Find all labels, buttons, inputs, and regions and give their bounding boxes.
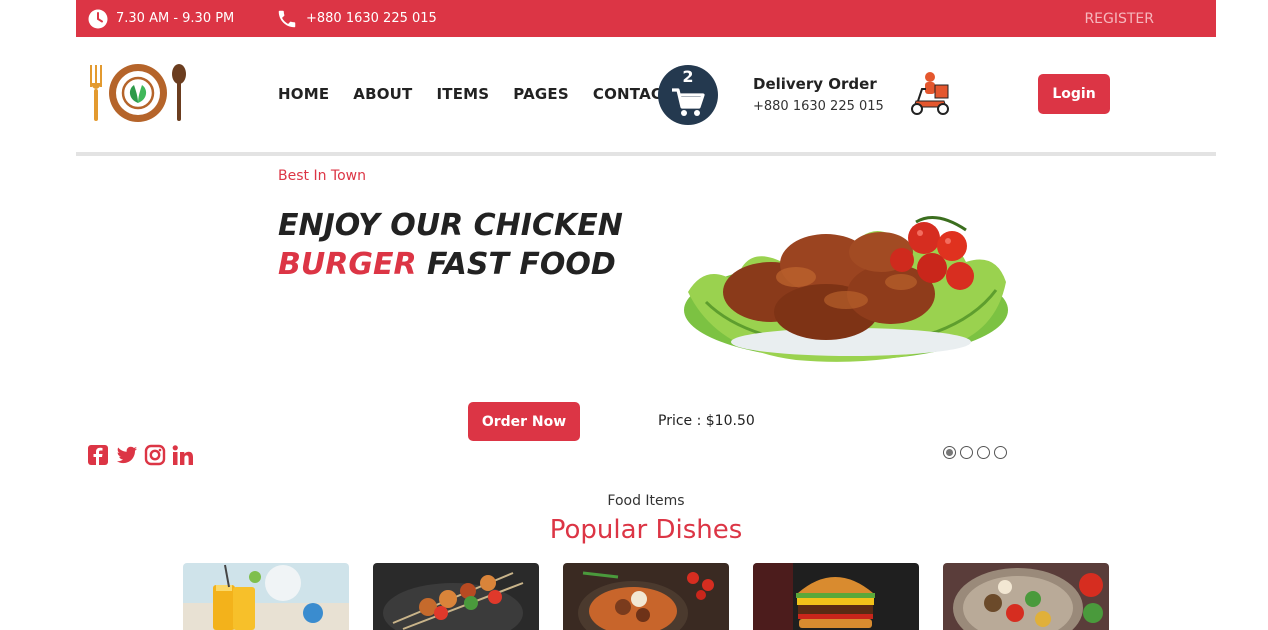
delivery-title: Delivery Order <box>753 75 877 93</box>
cart-button[interactable]: 2 <box>658 65 718 125</box>
slider-dot[interactable] <box>960 446 973 459</box>
slider-dot[interactable] <box>977 446 990 459</box>
delivery-info: Delivery Order +880 1630 225 015 <box>753 75 884 114</box>
restaurant-logo[interactable] <box>88 61 188 125</box>
hours-text: 7.30 AM - 9.30 PM <box>116 11 235 26</box>
twitter-icon[interactable] <box>116 444 138 466</box>
nav-items[interactable]: ITEMS <box>437 85 490 103</box>
social-links <box>88 444 193 466</box>
header-divider <box>76 152 1216 156</box>
instagram-icon[interactable] <box>144 444 166 466</box>
login-button[interactable]: Login <box>1038 74 1110 114</box>
slider-dot[interactable] <box>943 446 956 459</box>
facebook-icon[interactable] <box>88 444 108 466</box>
dish-card-grill-platter[interactable] <box>943 563 1109 630</box>
header: HOME ABOUT ITEMS PAGES CONTACT 2 Deliver… <box>76 37 1216 152</box>
price-label: Price : $10.50 <box>658 413 755 429</box>
dish-card-burger[interactable] <box>753 563 919 630</box>
delivery-phone: +880 1630 225 015 <box>753 99 884 114</box>
nav-pages[interactable]: PAGES <box>513 85 569 103</box>
hero-subtitle: Best In Town <box>278 168 366 184</box>
shopping-cart-icon <box>672 88 705 116</box>
slider-dot[interactable] <box>994 446 1007 459</box>
linkedin-icon[interactable] <box>172 444 193 466</box>
top-bar: 7.30 AM - 9.30 PM +880 1630 225 015 REGI… <box>76 0 1216 37</box>
hero-title-rest: FAST FOOD <box>416 247 616 282</box>
grilled-chicken-image <box>684 216 1008 362</box>
clock-icon <box>88 9 108 28</box>
section-subtitle: Food Items <box>607 493 685 509</box>
opening-hours: 7.30 AM - 9.30 PM <box>88 0 234 37</box>
dish-card-juice[interactable] <box>183 563 349 630</box>
spoon-icon <box>172 64 186 121</box>
section-title: Popular Dishes <box>549 515 743 545</box>
topbar-phone: +880 1630 225 015 <box>276 0 437 37</box>
dish-cards <box>183 563 1109 630</box>
fork-icon <box>90 65 102 121</box>
dish-card-kebab[interactable] <box>373 563 539 630</box>
slider-dots <box>943 446 1007 459</box>
hero-title-highlight: BURGER <box>278 247 417 282</box>
delivery-scooter-icon <box>911 72 949 115</box>
nav-about[interactable]: ABOUT <box>353 85 412 103</box>
main-nav: HOME ABOUT ITEMS PAGES CONTACT <box>278 85 673 103</box>
nav-home[interactable]: HOME <box>278 85 329 103</box>
order-now-button[interactable]: Order Now <box>468 402 580 441</box>
register-link[interactable]: REGISTER <box>1084 0 1154 37</box>
dish-card-rice[interactable] <box>563 563 729 630</box>
phone-icon <box>278 10 296 27</box>
phone-text: +880 1630 225 015 <box>306 11 437 26</box>
hero-title: ENJOY OUR CHICKEN BURGER FAST FOOD <box>278 206 623 284</box>
cart-count-badge: 2 <box>682 67 694 86</box>
hero-title-line1: ENJOY OUR CHICKEN <box>278 208 623 243</box>
